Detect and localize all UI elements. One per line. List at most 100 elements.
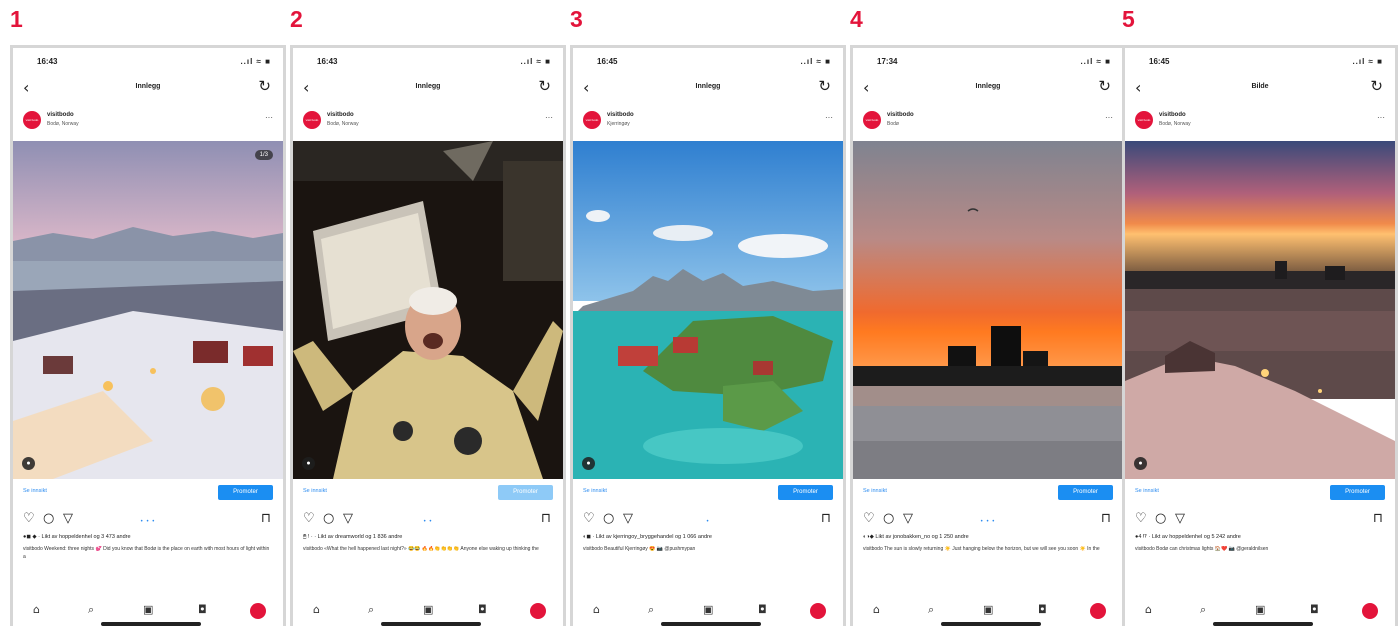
search-icon[interactable]: ⌕: [648, 603, 654, 617]
status-bar: 16:43 ..ıl ≈ ■: [13, 52, 283, 70]
likes-text[interactable]: ◐◑◆ Likt av jonobakken_no og 1 250 andre: [863, 534, 1113, 540]
likes-text[interactable]: ◐◼ · Likt av kjerringoy_bryggehandel og …: [583, 534, 833, 540]
caption-text: visitbodo Weekend: three nights 💕 Did yo…: [23, 546, 270, 560]
home-icon[interactable]: ⌂: [313, 603, 320, 616]
view-insights-link[interactable]: Se innsikt: [23, 488, 47, 494]
promote-button[interactable]: Promoter: [1058, 485, 1113, 500]
action-bar: ♡ ○ ▽ • ⊓: [573, 508, 843, 532]
more-dots-icon[interactable]: ···: [825, 113, 833, 122]
refresh-icon[interactable]: ↻: [1370, 77, 1383, 95]
view-insights-link[interactable]: Se innsikt: [583, 488, 607, 494]
bookmark-icon[interactable]: ⊓: [1373, 511, 1383, 526]
refresh-icon[interactable]: ↻: [818, 77, 831, 95]
view-insights-link[interactable]: Se innsikt: [1135, 488, 1159, 494]
location[interactable]: Bodø, Norway: [327, 121, 359, 127]
likes-text[interactable]: 🖱 ! · · Likt av dreamworld og 1 836 andr…: [303, 534, 553, 541]
home-icon[interactable]: ⌂: [1145, 603, 1152, 616]
shop-icon[interactable]: ◘: [1038, 603, 1047, 616]
username[interactable]: visitbodo: [887, 112, 914, 118]
panel-number: 1: [10, 6, 23, 32]
top-nav: ‹ Bilde ↻: [1125, 72, 1395, 102]
username[interactable]: visitbodo: [327, 112, 354, 118]
more-dots-icon[interactable]: ···: [265, 113, 273, 122]
view-insights-link[interactable]: Se innsikt: [863, 488, 887, 494]
person-tag-icon[interactable]: ●: [302, 457, 315, 470]
more-dots-icon[interactable]: ···: [545, 113, 553, 122]
post-image[interactable]: 1/3 ●: [13, 141, 283, 479]
avatar[interactable]: visit bodo: [1135, 111, 1153, 129]
location[interactable]: Kjerringøy: [607, 121, 630, 127]
page-title: Innlegg: [975, 83, 1001, 90]
shop-icon[interactable]: ◘: [758, 603, 767, 616]
bookmark-icon[interactable]: ⊓: [1101, 511, 1111, 526]
search-icon[interactable]: ⌕: [88, 603, 94, 617]
screenshot-panel: 5 16:45 ..ıl ≈ ■ ‹ Bilde ↻ visit bodo vi…: [1122, 0, 1398, 626]
promote-button[interactable]: Promoter: [498, 485, 553, 500]
heart-icon[interactable]: ♡: [1135, 511, 1147, 526]
profile-avatar-tab[interactable]: [1362, 603, 1378, 619]
shop-icon[interactable]: ◘: [1310, 603, 1319, 616]
location[interactable]: Bodø: [887, 121, 899, 127]
shop-icon[interactable]: ◘: [478, 603, 487, 616]
profile-avatar-tab[interactable]: [250, 603, 266, 619]
profile-avatar-tab[interactable]: [810, 603, 826, 619]
view-insights-link[interactable]: Se innsikt: [303, 488, 327, 494]
screenshot-panel: 3 16:45 ..ıl ≈ ■ ‹ Innlegg ↻ visit bodo …: [570, 0, 846, 626]
person-tag-icon[interactable]: ●: [1134, 457, 1147, 470]
reels-icon[interactable]: ▣: [1255, 603, 1265, 616]
location[interactable]: Bodø, Norway: [47, 121, 79, 127]
promote-button[interactable]: Promoter: [218, 485, 273, 500]
home-indicator: [941, 622, 1041, 626]
bookmark-icon[interactable]: ⊓: [261, 511, 271, 526]
refresh-icon[interactable]: ↻: [1098, 77, 1111, 95]
likes-text[interactable]: ●◼ ◆ · Likt av hoppeldenhel og 3 473 and…: [23, 534, 273, 540]
carousel-dots: • • •: [140, 519, 156, 525]
promote-button[interactable]: Promoter: [1330, 485, 1385, 500]
person-tag-icon[interactable]: ●: [582, 457, 595, 470]
profile-avatar-tab[interactable]: [1090, 603, 1106, 619]
post-image[interactable]: ●: [1125, 141, 1395, 479]
reels-icon[interactable]: ▣: [983, 603, 993, 616]
username[interactable]: visitbodo: [47, 112, 74, 118]
refresh-icon[interactable]: ↻: [258, 77, 271, 95]
username[interactable]: visitbodo: [1159, 112, 1186, 118]
panel-number: 2: [290, 6, 303, 32]
search-icon[interactable]: ⌕: [928, 603, 934, 617]
home-icon[interactable]: ⌂: [33, 603, 40, 616]
more-dots-icon[interactable]: ···: [1105, 113, 1113, 122]
comment-icon[interactable]: ○: [1155, 511, 1166, 526]
promote-button[interactable]: Promoter: [778, 485, 833, 500]
avatar[interactable]: visit bodo: [863, 111, 881, 129]
search-icon[interactable]: ⌕: [368, 603, 374, 617]
search-icon[interactable]: ⌕: [1200, 603, 1206, 617]
bookmark-icon[interactable]: ⊓: [541, 511, 551, 526]
home-indicator: [661, 622, 761, 626]
refresh-icon[interactable]: ↻: [538, 77, 551, 95]
reels-icon[interactable]: ▣: [423, 603, 433, 616]
bookmark-icon[interactable]: ⊓: [821, 511, 831, 526]
reels-icon[interactable]: ▣: [143, 603, 153, 616]
avatar[interactable]: visit bodo: [23, 111, 41, 129]
home-indicator: [381, 622, 481, 626]
person-tag-icon[interactable]: ●: [22, 457, 35, 470]
more-dots-icon[interactable]: ···: [1377, 113, 1385, 122]
top-nav: ‹ Innlegg ↻: [293, 72, 563, 102]
avatar[interactable]: visit bodo: [583, 111, 601, 129]
send-icon[interactable]: ▽: [1175, 511, 1185, 526]
post-image[interactable]: ●: [293, 141, 563, 479]
post-image[interactable]: ●: [573, 141, 843, 479]
page-title: Innlegg: [135, 83, 161, 90]
post-image[interactable]: ●: [853, 141, 1123, 479]
likes-text[interactable]: ●4 ⁉ · Likt av hoppeldenhel og 5 242 and…: [1135, 534, 1385, 540]
avatar[interactable]: visit bodo: [303, 111, 321, 129]
home-icon[interactable]: ⌂: [593, 603, 600, 616]
top-nav: ‹ Innlegg ↻: [853, 72, 1123, 102]
username[interactable]: visitbodo: [607, 112, 634, 118]
profile-avatar-tab[interactable]: [530, 603, 546, 619]
home-icon[interactable]: ⌂: [873, 603, 880, 616]
location[interactable]: Bodø, Norway: [1159, 121, 1191, 127]
action-bar: ♡ ○ ▽ • • ⊓: [293, 508, 563, 532]
shop-icon[interactable]: ◘: [198, 603, 207, 616]
reels-icon[interactable]: ▣: [703, 603, 713, 616]
post-header: visit bodo visitbodo Bodø, Norway ···: [1125, 108, 1395, 138]
